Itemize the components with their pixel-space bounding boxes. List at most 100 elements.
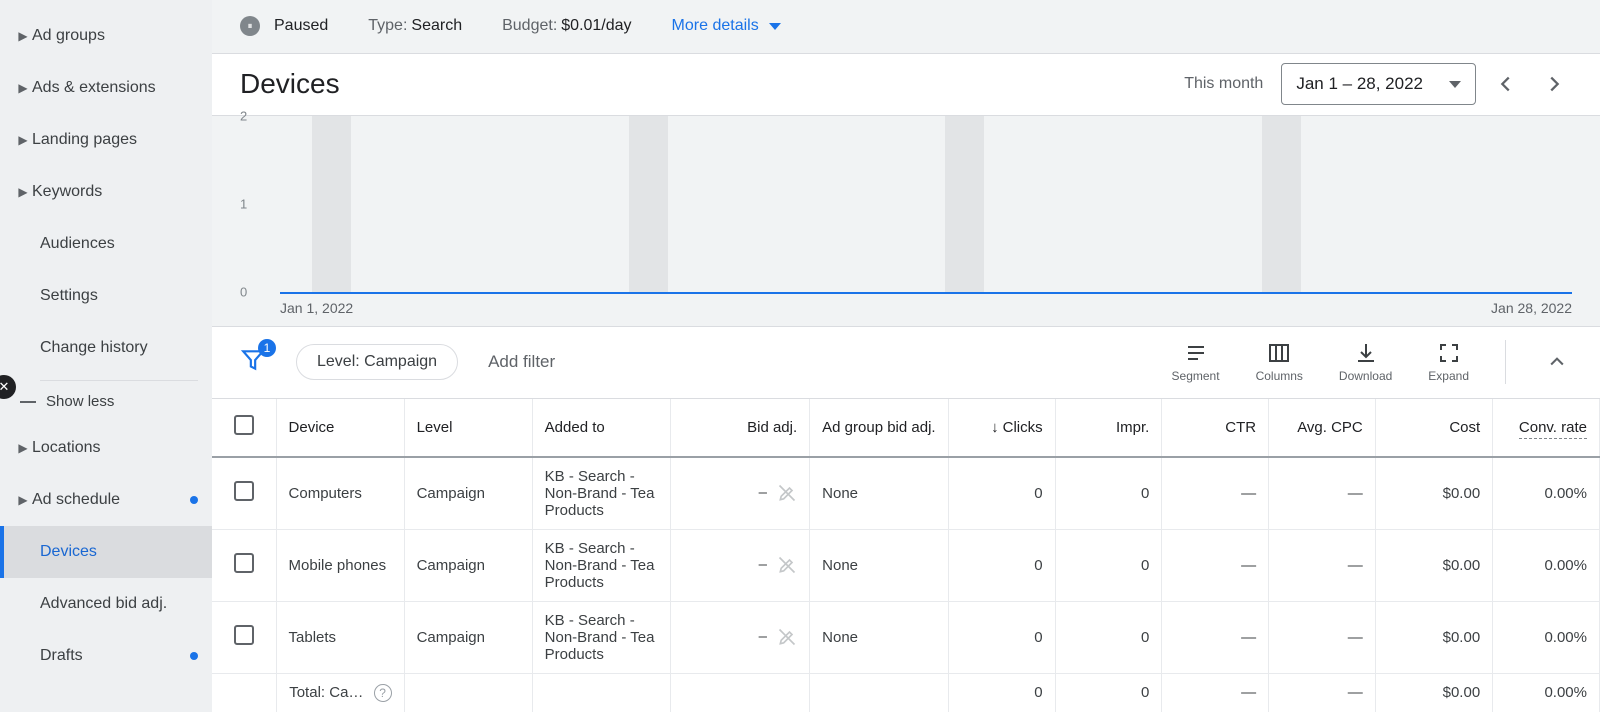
x-end-label: Jan 28, 2022 bbox=[1491, 300, 1572, 316]
cell-cost: $0.00 bbox=[1375, 457, 1492, 530]
budget-label: Budget: bbox=[502, 17, 557, 35]
col-cost[interactable]: Cost bbox=[1375, 399, 1492, 457]
download-button[interactable]: Download bbox=[1339, 341, 1392, 383]
table-header-row: Device Level Added to Bid adj. Ad group … bbox=[212, 399, 1600, 457]
cell-clicks: 0 bbox=[948, 529, 1055, 601]
columns-button[interactable]: Columns bbox=[1256, 341, 1303, 383]
show-less-toggle[interactable]: Show less bbox=[0, 381, 212, 422]
cell-avg-cpc: — bbox=[1269, 601, 1376, 673]
sidebar-item-label: Ad schedule bbox=[32, 491, 120, 509]
segment-button[interactable]: Segment bbox=[1172, 341, 1220, 383]
total-clicks: 0 bbox=[948, 673, 1055, 712]
edit-disabled-icon bbox=[777, 555, 797, 575]
caret-right-icon: ▶ bbox=[14, 185, 32, 199]
col-added-to[interactable]: Added to bbox=[532, 399, 671, 457]
edit-disabled-icon bbox=[777, 627, 797, 647]
more-details-label: More details bbox=[672, 17, 759, 35]
show-less-label: Show less bbox=[46, 393, 114, 410]
type-label: Type: bbox=[368, 17, 407, 35]
cell-bid-adj[interactable]: – bbox=[671, 601, 810, 673]
cell-device: Tablets bbox=[276, 601, 404, 673]
cell-cost: $0.00 bbox=[1375, 529, 1492, 601]
sidebar-item-ad-schedule[interactable]: ▶ Ad schedule bbox=[0, 474, 212, 526]
caret-right-icon: ▶ bbox=[14, 133, 32, 147]
sidebar-item-settings[interactable]: Settings bbox=[0, 270, 212, 322]
col-ctr[interactable]: CTR bbox=[1162, 399, 1269, 457]
status-label: Paused bbox=[274, 17, 328, 35]
total-impr: 0 bbox=[1055, 673, 1162, 712]
cell-impr: 0 bbox=[1055, 457, 1162, 530]
filter-button[interactable]: 1 bbox=[240, 347, 266, 378]
col-level[interactable]: Level bbox=[404, 399, 532, 457]
cell-level: Campaign bbox=[404, 601, 532, 673]
row-select-cell bbox=[212, 529, 276, 601]
col-impr[interactable]: Impr. bbox=[1055, 399, 1162, 457]
cell-device: Computers bbox=[276, 457, 404, 530]
cell-impr: 0 bbox=[1055, 529, 1162, 601]
chart-plot[interactable] bbox=[280, 116, 1572, 294]
cell-group-bid: None bbox=[810, 529, 949, 601]
sidebar-item-locations[interactable]: ▶ Locations bbox=[0, 422, 212, 474]
level-chip[interactable]: Level: Campaign bbox=[296, 344, 458, 380]
page-header: Devices This month Jan 1 – 28, 2022 bbox=[212, 54, 1600, 116]
row-checkbox[interactable] bbox=[234, 481, 254, 501]
col-group-bid[interactable]: Ad group bid adj. bbox=[810, 399, 949, 457]
col-avg-cpc[interactable]: Avg. CPC bbox=[1269, 399, 1376, 457]
sidebar-item-audiences[interactable]: Audiences bbox=[0, 218, 212, 270]
budget-value: $0.01/day bbox=[561, 17, 631, 35]
sidebar-item-landing-pages[interactable]: ▶ Landing pages bbox=[0, 114, 212, 166]
page-title: Devices bbox=[240, 68, 340, 100]
table-row: Mobile phonesCampaignKB - Search - Non-B… bbox=[212, 529, 1600, 601]
cell-ctr: — bbox=[1162, 457, 1269, 530]
cell-bid-adj[interactable]: – bbox=[671, 529, 810, 601]
collapse-button[interactable] bbox=[1542, 352, 1572, 372]
select-all-cell bbox=[212, 399, 276, 457]
sidebar-item-label: Devices bbox=[40, 543, 97, 561]
sidebar-item-advanced-bid-adj[interactable]: Advanced bid adj. bbox=[0, 578, 212, 630]
expand-label: Expand bbox=[1428, 369, 1469, 383]
date-range-picker[interactable]: Jan 1 – 28, 2022 bbox=[1281, 63, 1476, 105]
cell-device: Mobile phones bbox=[276, 529, 404, 601]
row-checkbox[interactable] bbox=[234, 625, 254, 645]
expand-button[interactable]: Expand bbox=[1428, 341, 1469, 383]
more-details-link[interactable]: More details bbox=[672, 17, 781, 35]
sidebar-item-label: Keywords bbox=[32, 183, 102, 201]
sidebar-item-label: Locations bbox=[32, 439, 101, 457]
add-filter-input[interactable]: Add filter bbox=[488, 352, 555, 372]
col-bid-adj[interactable]: Bid adj. bbox=[671, 399, 810, 457]
cell-ctr: — bbox=[1162, 601, 1269, 673]
total-avg-cpc: — bbox=[1269, 673, 1376, 712]
status-type: Type: Search bbox=[368, 17, 462, 35]
prev-period-button[interactable] bbox=[1488, 66, 1524, 102]
cell-added-to: KB - Search - Non-Brand - Tea Products bbox=[532, 601, 671, 673]
total-cost: $0.00 bbox=[1375, 673, 1492, 712]
segment-label: Segment bbox=[1172, 369, 1220, 383]
notification-dot bbox=[190, 652, 198, 660]
row-checkbox[interactable] bbox=[234, 553, 254, 573]
cell-conv-rate: 0.00% bbox=[1493, 457, 1600, 530]
col-clicks[interactable]: ↓Clicks bbox=[948, 399, 1055, 457]
next-period-button[interactable] bbox=[1536, 66, 1572, 102]
help-icon[interactable]: ? bbox=[374, 684, 392, 702]
pause-icon: ⏸ bbox=[240, 16, 260, 36]
total-conv-rate: 0.00% bbox=[1493, 673, 1600, 712]
cell-cost: $0.00 bbox=[1375, 601, 1492, 673]
y-tick: 2 bbox=[240, 108, 247, 123]
select-all-checkbox[interactable] bbox=[234, 415, 254, 435]
table: Device Level Added to Bid adj. Ad group … bbox=[212, 398, 1600, 712]
sidebar-item-ad-groups[interactable]: ▶ Ad groups bbox=[0, 10, 212, 62]
sidebar-item-change-history[interactable]: Change history bbox=[0, 322, 212, 374]
sidebar-item-devices[interactable]: Devices bbox=[0, 526, 212, 578]
cell-ctr: — bbox=[1162, 529, 1269, 601]
sidebar-item-drafts[interactable]: Drafts bbox=[0, 630, 212, 682]
sidebar-item-keywords[interactable]: ▶ Keywords bbox=[0, 166, 212, 218]
cell-added-to: KB - Search - Non-Brand - Tea Products bbox=[532, 457, 671, 530]
sidebar-item-label: Ads & extensions bbox=[32, 79, 156, 97]
sidebar-item-ads-extensions[interactable]: ▶ Ads & extensions bbox=[0, 62, 212, 114]
main: ⏸ Paused Type: Search Budget: $0.01/day … bbox=[212, 0, 1600, 712]
col-conv-rate[interactable]: Conv. rate bbox=[1493, 399, 1600, 457]
col-device[interactable]: Device bbox=[276, 399, 404, 457]
sidebar-item-label: Audiences bbox=[40, 235, 115, 253]
status-budget: Budget: $0.01/day bbox=[502, 17, 631, 35]
cell-bid-adj[interactable]: – bbox=[671, 457, 810, 530]
